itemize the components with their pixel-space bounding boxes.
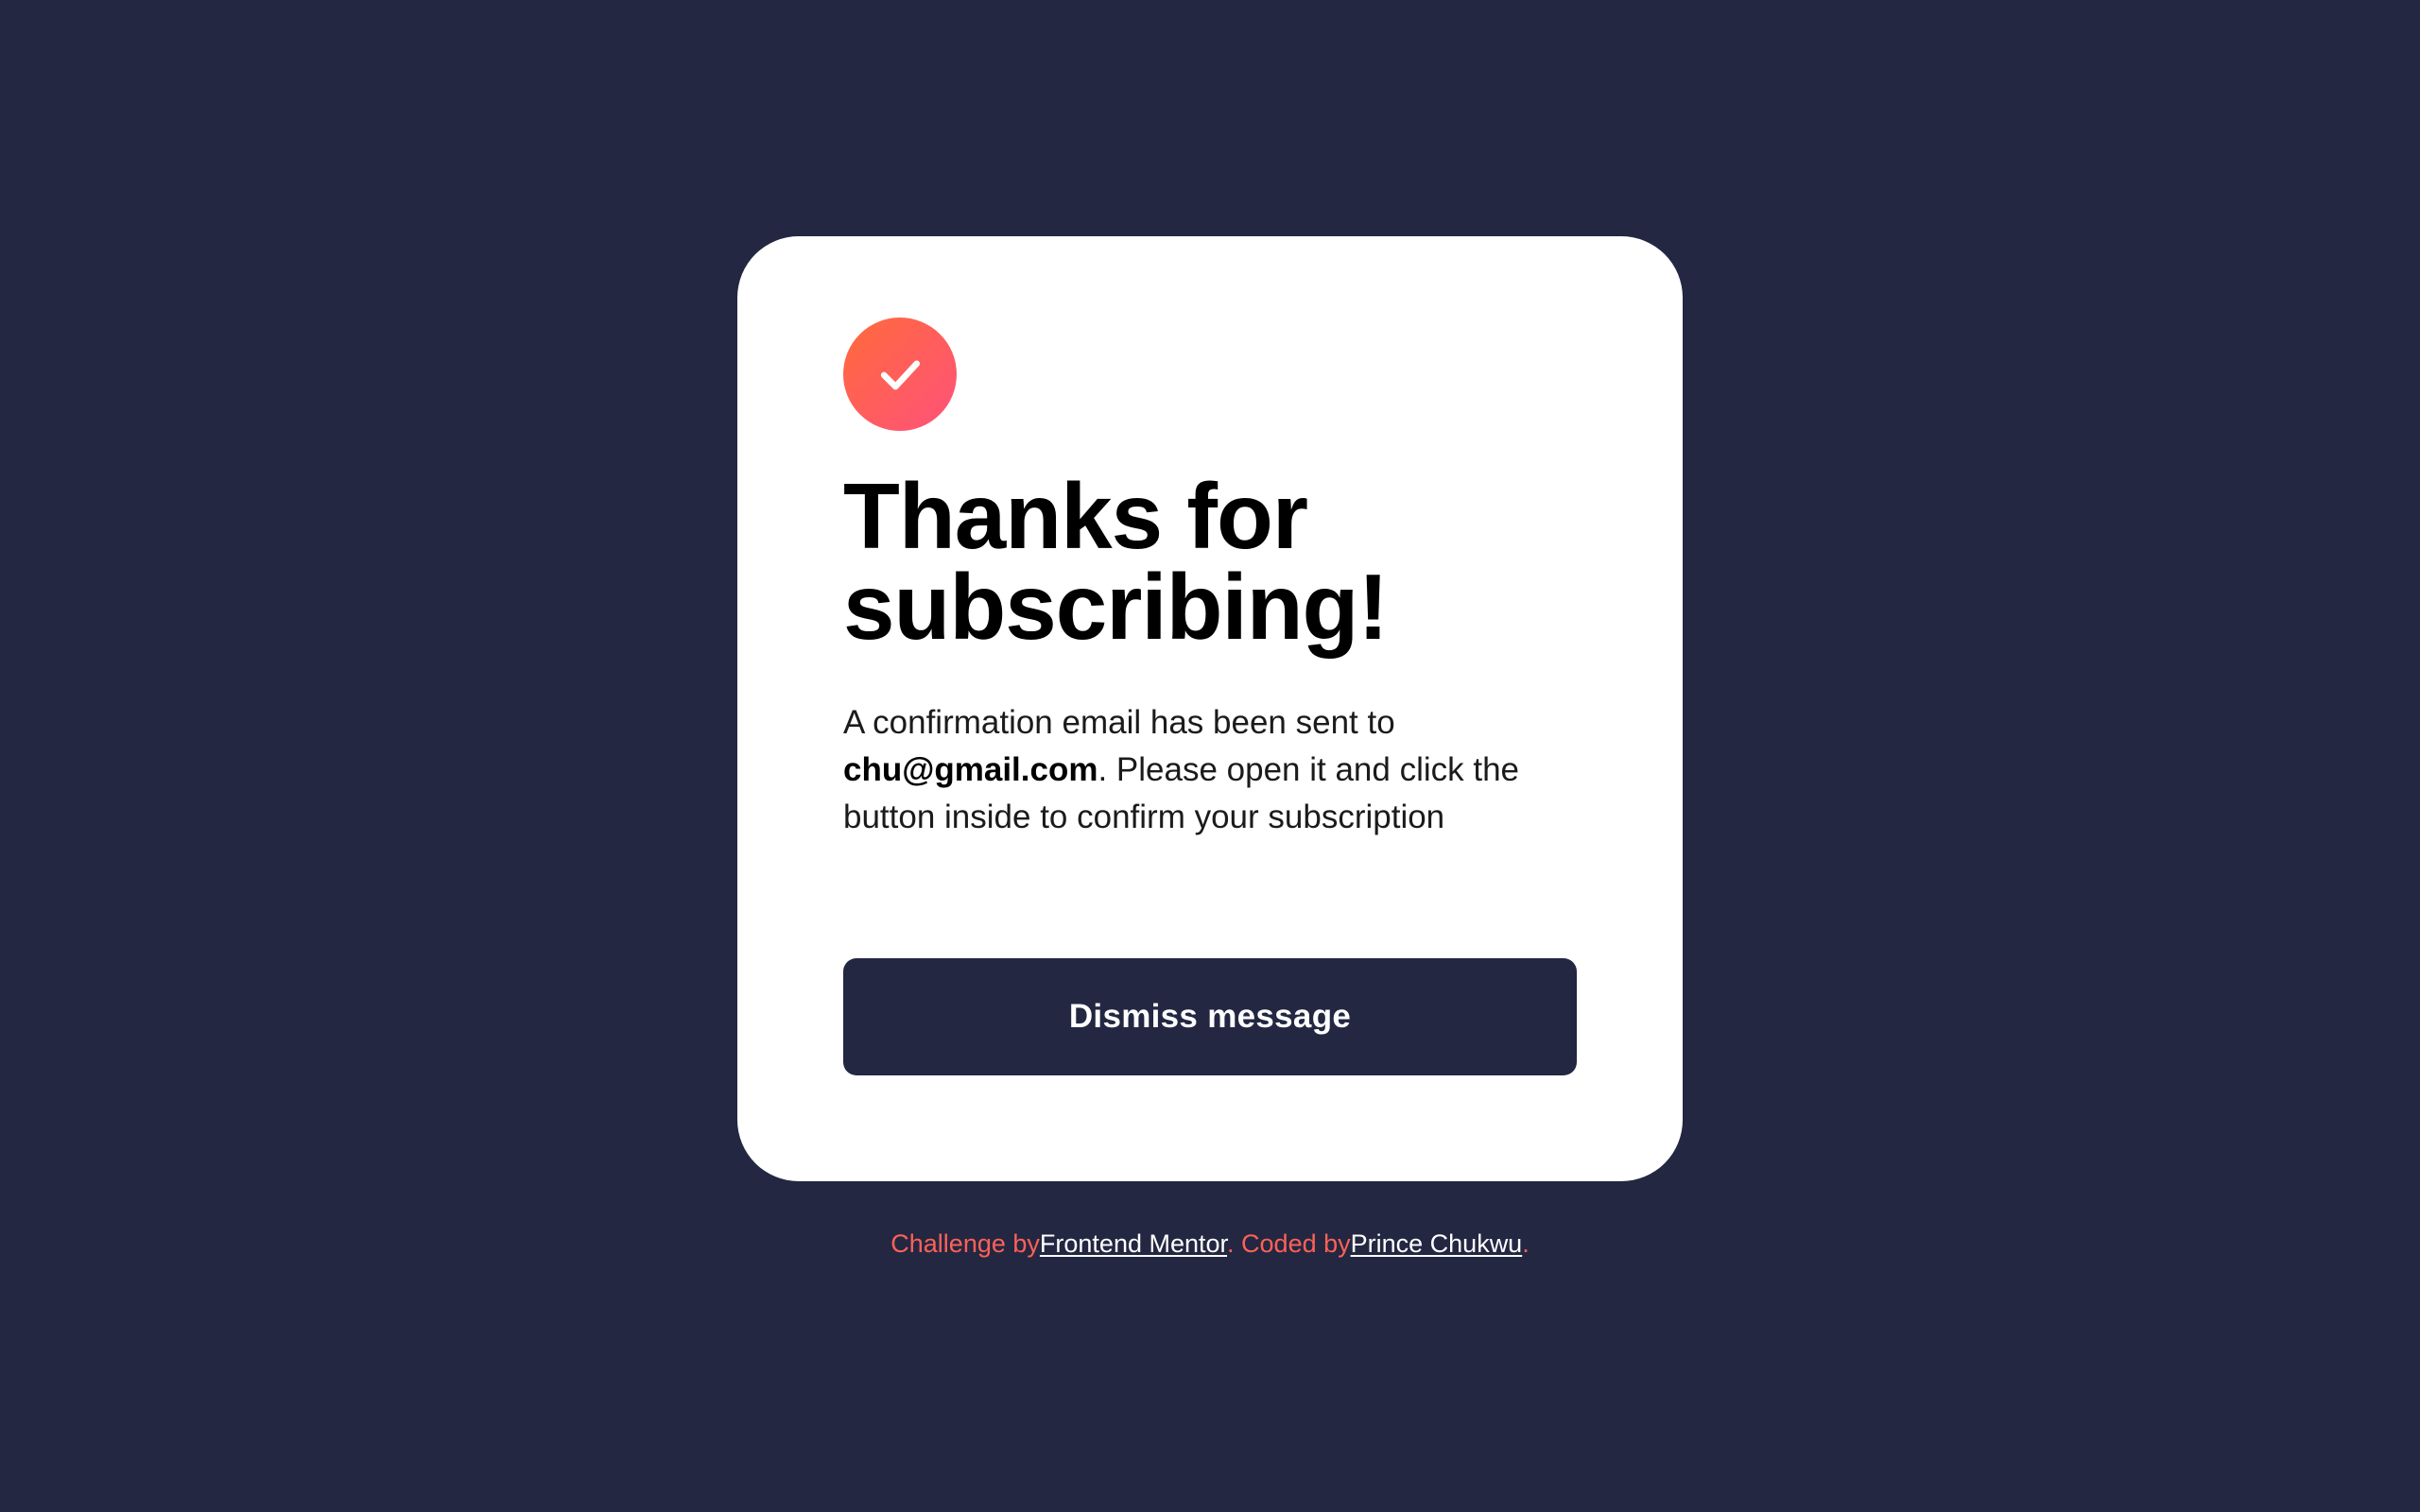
confirmation-email: chu@gmail.com (843, 751, 1098, 788)
dismiss-message-button[interactable]: Dismiss message (843, 958, 1577, 1075)
success-card: Thanks for subscribing! A confirmation e… (737, 236, 1683, 1181)
confirmation-message: A confirmation email has been sent to ch… (843, 699, 1562, 841)
coded-by-text: . Coded by (1227, 1229, 1351, 1258)
footer-period: . (1522, 1229, 1530, 1258)
challenge-by-text: Challenge by (890, 1229, 1040, 1258)
checkmark-circle-icon (843, 318, 957, 431)
success-title: Thanks for subscribing! (843, 464, 1389, 659)
attribution-footer: Challenge byFrontend Mentor. Coded byPri… (0, 1227, 2420, 1261)
confirmation-message-prefix: A confirmation email has been sent to (843, 704, 1395, 741)
author-link[interactable]: Prince Chukwu (1351, 1229, 1523, 1258)
frontend-mentor-link[interactable]: Frontend Mentor (1040, 1229, 1227, 1258)
